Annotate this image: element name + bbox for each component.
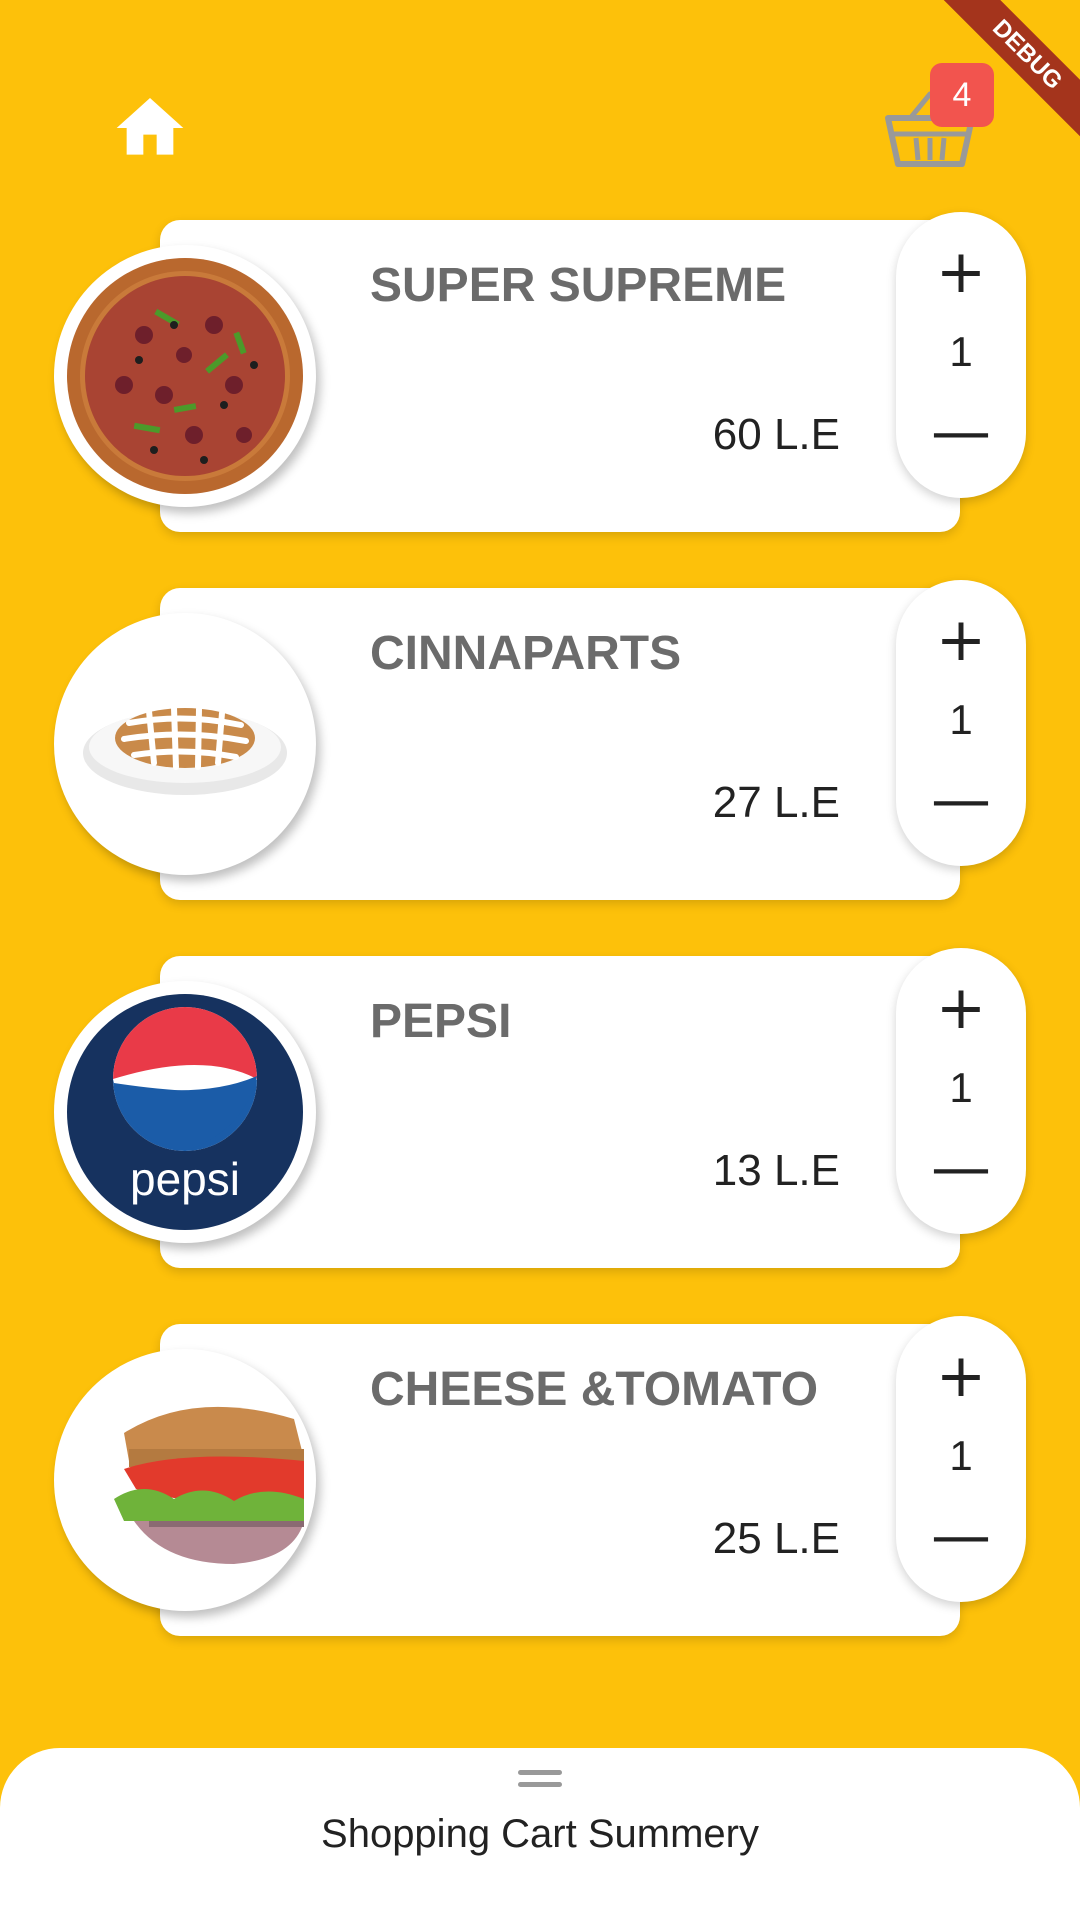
decrease-button[interactable]: — [911,765,1011,835]
home-button[interactable] [108,88,192,168]
item-image-pepsi: pepsi [54,981,316,1243]
item-image-pizza [54,245,316,507]
quantity-value: 1 [949,696,973,743]
sandwich-icon [114,1406,304,1564]
item-price: 27 L.E [712,778,840,827]
drag-handle-icon[interactable] [518,1770,562,1794]
pepsi-logo-text: pepsi [130,1153,240,1205]
pepsi-logo-icon: pepsi [67,994,303,1230]
cart-item-super-supreme: SUPER SUPREME 60 L.E + 1 — [0,200,1080,532]
cart-count-badge: 4 [930,63,994,127]
sheet-title: Shopping Cart Summery [321,1812,759,1856]
item-price: 13 L.E [712,1146,840,1195]
item-name: PEPSI [370,995,512,1048]
cart-item-pepsi: pepsi PEPSI 13 L.E + 1 — [0,936,1080,1268]
increase-button[interactable]: + [911,237,1011,307]
increase-button[interactable]: + [911,605,1011,675]
quantity-value: 1 [949,1432,973,1479]
home-icon [116,98,184,155]
quantity-value: 1 [949,328,973,375]
quantity-stepper: + 1 — [896,580,1026,866]
decrease-button[interactable]: — [911,1501,1011,1571]
cart-item-cinnaparts: CINNAPARTS 27 L.E + 1 — [0,568,1080,900]
pizza-icon [67,258,303,494]
item-image-sandwich [54,1349,316,1611]
quantity-stepper: + 1 — [896,1316,1026,1602]
quantity-stepper: + 1 — [896,948,1026,1234]
increase-button[interactable]: + [911,1341,1011,1411]
decrease-button[interactable]: — [911,397,1011,467]
decrease-button[interactable]: — [911,1133,1011,1203]
cinnaparts-icon [83,705,287,795]
quantity-stepper: + 1 — [896,212,1026,498]
cart-item-cheese-tomato: CHEESE &TOMATO 25 L.E + 1 — [0,1304,1080,1636]
item-price: 25 L.E [712,1514,840,1563]
item-image-cinnaparts [54,613,316,875]
quantity-value: 1 [949,1064,973,1111]
item-name: SUPER SUPREME [370,259,787,312]
item-price: 60 L.E [712,410,840,459]
item-name: CINNAPARTS [370,627,682,680]
item-name: CHEESE &TOMATO [370,1363,819,1416]
increase-button[interactable]: + [911,973,1011,1043]
cart-summary-sheet[interactable]: Shopping Cart Summery [0,1748,1080,1920]
